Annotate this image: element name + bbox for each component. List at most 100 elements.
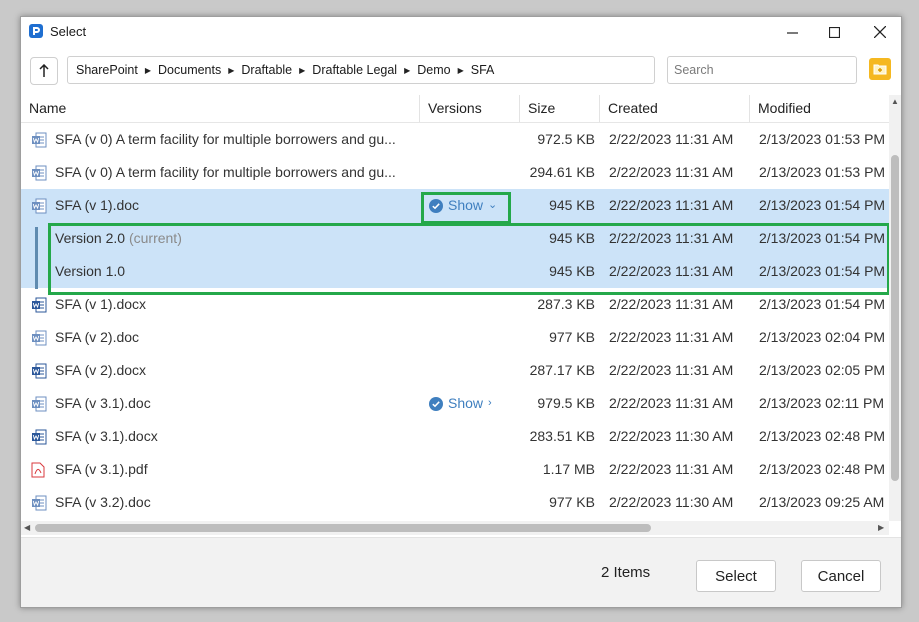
file-name: SFA (v 3.2).doc: [55, 494, 151, 510]
created-date: 2/22/2023 11:31 AM: [609, 461, 734, 477]
file-size: 283.51 KB: [529, 428, 595, 444]
word-doc-icon: [31, 495, 47, 511]
title-bar: Select: [21, 17, 901, 47]
breadcrumb-item-documents[interactable]: Documents: [154, 63, 225, 77]
column-versions[interactable]: Versions: [419, 95, 519, 122]
file-row[interactable]: SFA (v 2).docx 287.17 KB 2/22/2023 11:31 A…: [21, 354, 889, 387]
scroll-right-arrow-icon[interactable]: ▶: [878, 523, 884, 532]
file-select-dialog: Select SharePoint ▶ Documents ▶ Draftabl…: [20, 16, 902, 608]
show-versions-label: Show: [448, 197, 484, 213]
window-title: Select: [50, 24, 87, 39]
chevron-down-icon: ⌄: [488, 199, 498, 211]
show-versions-link[interactable]: Show ⌄: [429, 189, 519, 222]
app-icon: [29, 24, 43, 38]
word-doc-icon: [31, 396, 47, 412]
file-row[interactable]: SFA (v 3.2).doc 977 KB 2/22/2023 11:30 AM 2…: [21, 486, 889, 519]
file-size: 294.61 KB: [529, 164, 595, 180]
version-number: Version 2.0: [55, 230, 126, 246]
versions-cell: [429, 321, 519, 354]
modified-date: 2/13/2023 01:53 PM: [759, 131, 886, 147]
version-label: Version 2.0 (current): [55, 222, 182, 255]
file-name: SFA (v 2).doc: [55, 329, 140, 345]
file-row[interactable]: SFA (v 3.1).docx 283.51 KB 2/22/2023 11:30…: [21, 420, 889, 453]
created-date: 2/22/2023 11:31 AM: [609, 197, 734, 213]
file-name: SFA (v 3.1).docx: [55, 428, 158, 444]
file-name: SFA (v 1).doc: [55, 197, 140, 213]
new-folder-button[interactable]: [869, 58, 891, 80]
select-button[interactable]: Select: [696, 560, 776, 592]
file-name: SFA (v 2).docx: [55, 362, 147, 378]
horizontal-scrollbar[interactable]: ◀ ▶: [21, 521, 889, 535]
column-header-row: Name Versions Size Created Modified: [21, 95, 889, 123]
file-name: SFA (v 0) A term facility for multiple b…: [55, 164, 396, 180]
versions-cell: [429, 486, 519, 519]
scroll-up-arrow-icon[interactable]: ▲: [891, 97, 899, 106]
file-row[interactable]: SFA (v 3.1).doc Show › 979.5 KB 2/22/2023 11…: [21, 387, 889, 420]
arrow-up-icon: [39, 64, 49, 77]
file-row[interactable]: SFA (v 1).doc Show ⌄ 945 KB 2/22/2023 11:31 …: [21, 189, 889, 222]
file-row[interactable]: SFA (v 0) A term facility for multiple b…: [21, 156, 889, 189]
vertical-scrollbar[interactable]: ▲: [889, 95, 901, 521]
modified-date: 2/13/2023 02:11 PM: [759, 395, 885, 411]
versions-cell: Show ⌄: [429, 189, 519, 222]
version-row[interactable]: Version 2.0 (current) 945 KB 2/22/2023 11:…: [21, 222, 889, 255]
item-count: 2 Items: [601, 564, 651, 581]
horizontal-scroll-thumb[interactable]: [35, 524, 651, 532]
file-size: 287.3 KB: [537, 296, 595, 312]
scroll-left-arrow-icon[interactable]: ◀: [24, 523, 30, 532]
created-date: 2/22/2023 11:31 AM: [609, 230, 734, 246]
file-size: 945 KB: [549, 230, 595, 246]
word-doc-icon: [31, 330, 47, 346]
chevron-right-icon: ▶: [404, 65, 411, 75]
modified-date: 2/13/2023 01:54 PM: [759, 296, 886, 312]
check-circle-icon: [429, 198, 443, 213]
column-created[interactable]: Created: [599, 95, 749, 122]
file-row[interactable]: SFA (v 0) A term facility for multiple b…: [21, 123, 889, 156]
file-row[interactable]: SFA (v 2).doc 977 KB 2/22/2023 11:31 AM 2/1…: [21, 321, 889, 354]
breadcrumb-item-draftable[interactable]: Draftable: [237, 63, 296, 77]
modified-date: 2/13/2023 02:04 PM: [759, 329, 886, 345]
maximize-button[interactable]: [811, 17, 857, 47]
versions-cell: [429, 354, 519, 387]
versions-cell: [429, 453, 519, 486]
up-folder-button[interactable]: [30, 57, 58, 85]
breadcrumb-item-demo[interactable]: Demo: [413, 63, 454, 77]
modified-date: 2/13/2023 01:54 PM: [759, 230, 886, 246]
breadcrumb: SharePoint ▶ Documents ▶ Draftable ▶ Dra…: [67, 56, 655, 84]
close-button[interactable]: [857, 17, 901, 47]
word-docx-icon: [31, 363, 47, 379]
word-doc-icon: [31, 198, 47, 214]
breadcrumb-item-sharepoint[interactable]: SharePoint: [72, 63, 142, 77]
file-list: Name Versions Size Created Modified SFA …: [21, 95, 901, 535]
version-row[interactable]: Version 1.0 945 KB 2/22/2023 11:31 AM 2/13…: [21, 255, 889, 288]
modified-date: 2/13/2023 01:54 PM: [759, 197, 886, 213]
breadcrumb-item-sfa[interactable]: SFA: [467, 63, 499, 77]
column-size[interactable]: Size: [519, 95, 599, 122]
breadcrumb-item-draftable-legal[interactable]: Draftable Legal: [308, 63, 401, 77]
file-name: SFA (v 3.1).doc: [55, 395, 151, 411]
chevron-right-icon: ▶: [228, 65, 235, 75]
file-name: SFA (v 3.1).pdf: [55, 461, 148, 477]
created-date: 2/22/2023 11:30 AM: [609, 428, 734, 444]
created-date: 2/22/2023 11:31 AM: [609, 329, 734, 345]
word-doc-icon: [31, 132, 47, 148]
file-size: 972.5 KB: [537, 131, 595, 147]
file-row[interactable]: SFA (v 1).docx 287.3 KB 2/22/2023 11:31 AM…: [21, 288, 889, 321]
column-modified[interactable]: Modified: [749, 95, 889, 122]
cancel-button[interactable]: Cancel: [801, 560, 881, 592]
file-row[interactable]: SFA (v 3.1).pdf 1.17 MB 2/22/2023 11:31 AM…: [21, 453, 889, 486]
column-name[interactable]: Name: [21, 95, 419, 122]
chevron-right-icon: ▶: [457, 65, 464, 75]
created-date: 2/22/2023 11:31 AM: [609, 131, 734, 147]
search-input[interactable]: [667, 56, 857, 84]
versions-cell: Show ›: [429, 387, 519, 420]
word-docx-icon: [31, 429, 47, 445]
chevron-right-icon: ▶: [299, 65, 306, 75]
modified-date: 2/13/2023 02:48 PM: [759, 428, 886, 444]
current-version-tag: (current): [128, 230, 182, 246]
chevron-right-icon: ▶: [144, 65, 152, 75]
minimize-button[interactable]: [769, 17, 815, 47]
created-date: 2/22/2023 11:31 AM: [609, 263, 734, 279]
vertical-scroll-thumb[interactable]: [891, 155, 899, 481]
show-versions-link[interactable]: Show ›: [429, 387, 519, 420]
